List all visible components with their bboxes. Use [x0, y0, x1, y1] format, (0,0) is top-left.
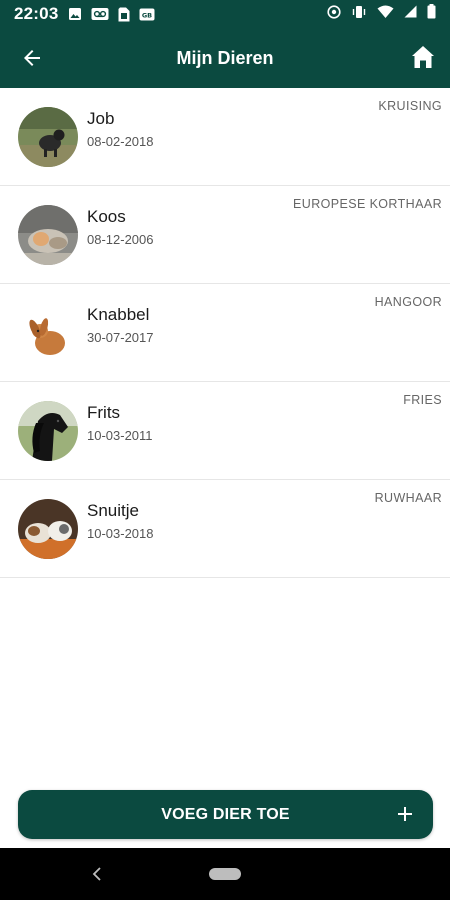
sim-icon: [118, 7, 130, 22]
vibrate-icon: [351, 5, 367, 24]
animal-photo: [18, 205, 78, 265]
animal-photo: [18, 107, 78, 167]
animal-breed: RUWHAAR: [374, 491, 442, 505]
animal-row-job[interactable]: Job 08-02-2018 KRUISING: [0, 88, 450, 186]
voicemail-icon: [91, 7, 109, 21]
status-right: [327, 4, 436, 24]
animal-row-snuitje[interactable]: Snuitje 10-03-2018 RUWHAAR: [0, 480, 450, 578]
animal-row-frits[interactable]: Frits 10-03-2011 FRIES: [0, 382, 450, 480]
svg-text:GB: GB: [142, 11, 152, 19]
wifi-icon: [377, 5, 394, 24]
chevron-left-icon: [92, 867, 101, 881]
system-nav-bar: [0, 848, 450, 900]
status-left: 22:03 GB: [14, 4, 155, 24]
gallery-icon: [68, 7, 82, 21]
add-animal-label: VOEG DIER TOE: [161, 805, 290, 823]
animal-date: 08-12-2006: [87, 232, 154, 247]
nav-home-pill[interactable]: [209, 868, 241, 880]
animal-date: 08-02-2018: [87, 134, 154, 149]
animal-row-koos[interactable]: Koos 08-12-2006 EUROPESE KORTHAAR: [0, 186, 450, 284]
animal-name: Knabbel: [87, 305, 150, 324]
animal-date: 10-03-2018: [87, 526, 154, 541]
animal-list: Job 08-02-2018 KRUISING Koos 08-12-2006 …: [0, 88, 450, 578]
animal-row-knabbel[interactable]: Knabbel 30-07-2017 HANGOOR: [0, 284, 450, 382]
animal-breed: HANGOOR: [374, 295, 442, 309]
animal-breed: FRIES: [403, 393, 442, 407]
page-title: Mijn Dieren: [176, 47, 274, 68]
animal-name: Snuitje: [87, 501, 139, 520]
status-notification-icons: GB: [68, 7, 155, 22]
animal-photo: [18, 499, 78, 559]
home-button[interactable]: [410, 44, 436, 70]
animal-date: 30-07-2017: [87, 330, 154, 345]
animal-photo: [18, 401, 78, 461]
animal-name: Frits: [87, 403, 121, 422]
status-bar: 22:03 GB: [0, 0, 450, 28]
signal-icon: [404, 5, 417, 23]
animal-photo: [18, 303, 78, 363]
status-time: 22:03: [14, 4, 59, 23]
nav-back-button[interactable]: [90, 865, 104, 883]
app-bar: Mijn Dieren: [0, 28, 450, 88]
animal-breed: KRUISING: [378, 99, 442, 113]
plus-icon: [394, 803, 416, 825]
sync-icon: [327, 4, 341, 24]
animal-date: 10-03-2011: [87, 428, 153, 443]
back-button[interactable]: [20, 46, 44, 70]
add-animal-button[interactable]: VOEG DIER TOE: [18, 790, 433, 839]
animal-name: Koos: [87, 207, 126, 226]
sd-card-icon: GB: [139, 8, 155, 21]
arrow-left-icon: [24, 50, 40, 66]
animal-breed: EUROPESE KORTHAAR: [293, 197, 442, 211]
animal-name: Job: [87, 109, 115, 128]
home-icon: [412, 46, 434, 68]
battery-icon: [427, 4, 436, 24]
